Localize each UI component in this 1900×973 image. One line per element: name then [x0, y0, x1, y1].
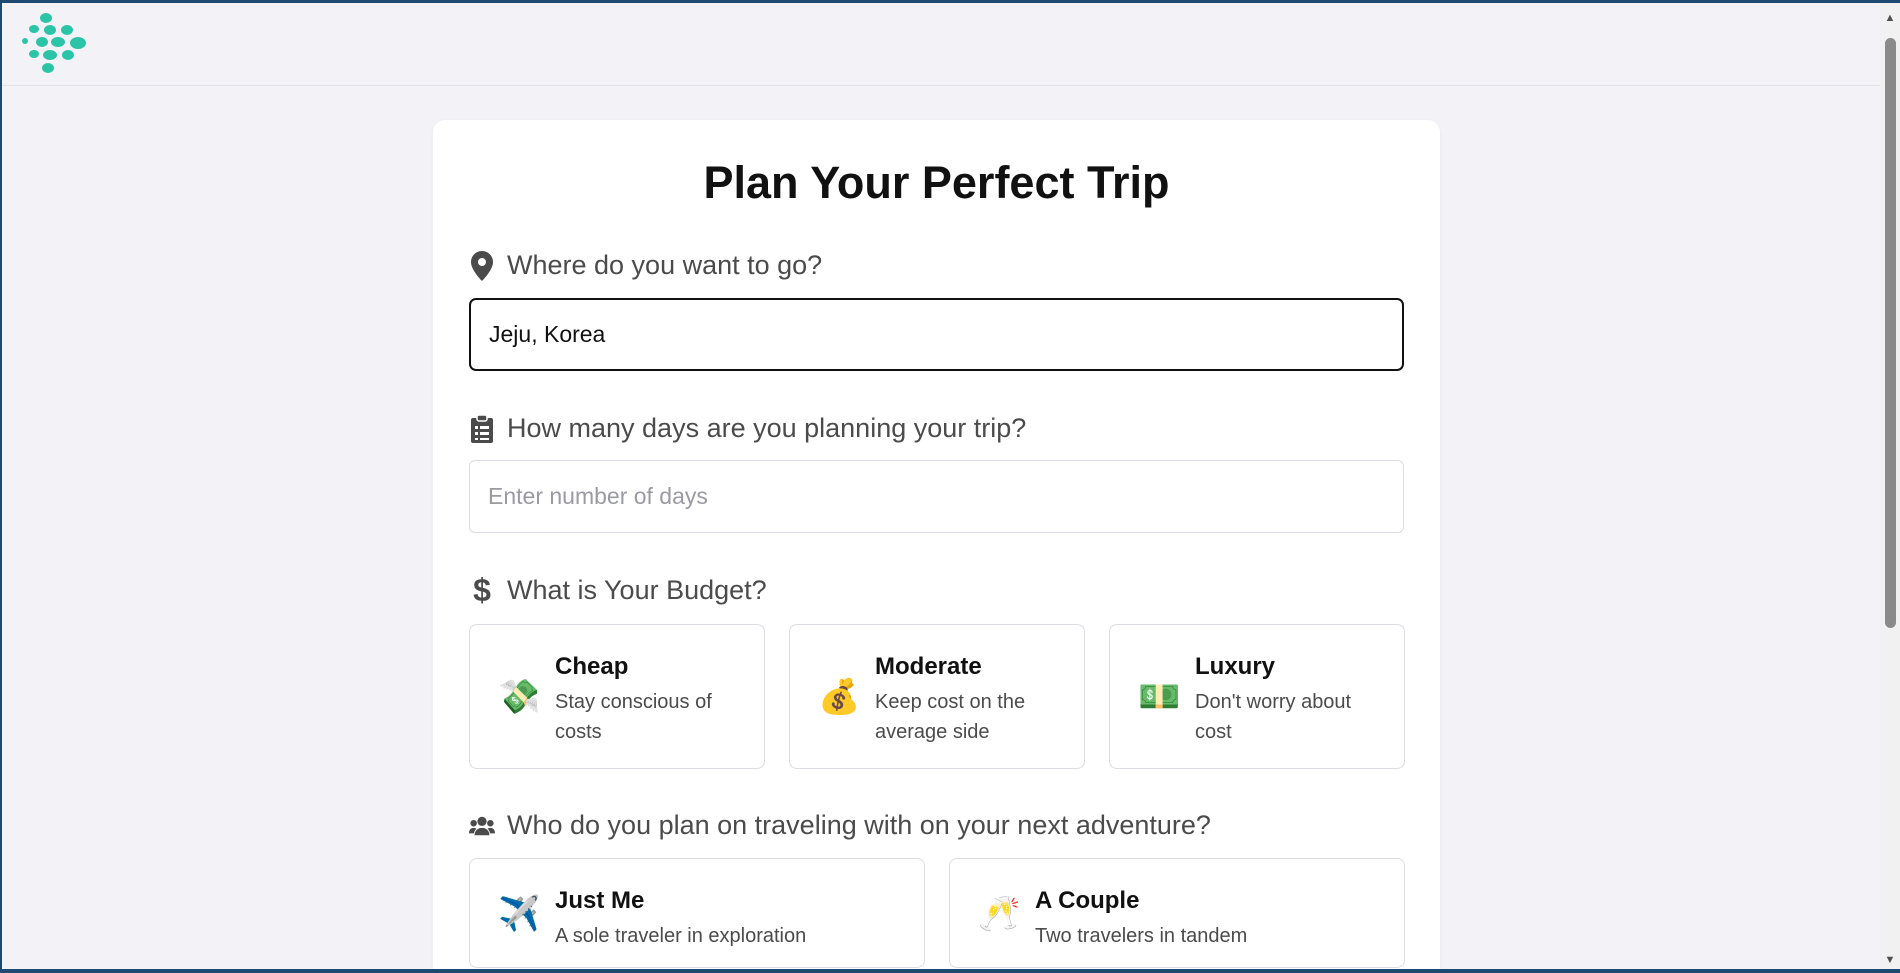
destination-input[interactable]	[469, 298, 1404, 371]
clinking-glasses-icon: 🥂	[978, 894, 1021, 934]
page-title: Plan Your Perfect Trip	[703, 157, 1170, 208]
budget-label-text: What is Your Budget?	[507, 575, 767, 605]
budget-option-moderate[interactable]: 💰 Moderate Keep cost on the average side	[789, 624, 1085, 769]
option-title: Cheap	[555, 653, 629, 680]
option-description: Don't worry about cost	[1195, 691, 1352, 743]
days-label-text: How many days are you planning your trip…	[507, 413, 1027, 443]
days-input[interactable]	[469, 460, 1404, 533]
users-icon	[469, 811, 495, 841]
scrollbar-thumb[interactable]	[1885, 38, 1896, 628]
dollar-icon: $	[473, 572, 491, 608]
traveler-option-just-me[interactable]: ✈️ Just Me A sole traveler in exploratio…	[469, 858, 925, 968]
scroll-up-arrow-icon[interactable]: ▲	[1880, 9, 1900, 27]
budget-label: $ What is Your Budget?	[469, 572, 767, 608]
option-title: A Couple	[1035, 887, 1140, 914]
option-title: Just Me	[555, 887, 645, 914]
budget-option-luxury[interactable]: 💵 Luxury Don't worry about cost	[1109, 624, 1405, 769]
option-description: Stay conscious of costs	[555, 691, 712, 743]
map-pin-icon	[469, 250, 495, 281]
top-navbar	[0, 0, 1880, 86]
destination-label-text: Where do you want to go?	[507, 250, 823, 280]
airplane-icon: ✈️	[498, 894, 541, 934]
travelers-label: Who do you plan on traveling with on you…	[469, 810, 1211, 841]
traveler-option-a-couple[interactable]: 🥂 A Couple Two travelers in tandem	[949, 858, 1405, 968]
flying-money-icon: 💸	[498, 676, 541, 717]
budget-option-cheap[interactable]: 💸 Cheap Stay conscious of costs	[469, 624, 765, 769]
option-title: Moderate	[875, 653, 982, 680]
option-title: Luxury	[1195, 653, 1276, 680]
vertical-scrollbar[interactable]: ▲ ▼	[1880, 3, 1900, 969]
option-description: Two travelers in tandem	[1035, 925, 1248, 947]
option-description: A sole traveler in exploration	[555, 925, 807, 947]
logo-icon[interactable]	[22, 12, 88, 74]
destination-label: Where do you want to go?	[469, 250, 822, 281]
trip-form-card: Plan Your Perfect Trip Where do you want…	[433, 120, 1440, 973]
days-label: How many days are you planning your trip…	[469, 413, 1026, 444]
clipboard-icon	[469, 414, 495, 444]
option-description: Keep cost on the average side	[875, 691, 1026, 743]
money-bag-icon: 💰	[818, 676, 861, 717]
scroll-down-arrow-icon[interactable]: ▼	[1880, 951, 1900, 969]
travelers-label-text: Who do you plan on traveling with on you…	[507, 810, 1211, 840]
dollar-banknote-icon: 💵	[1138, 676, 1181, 717]
